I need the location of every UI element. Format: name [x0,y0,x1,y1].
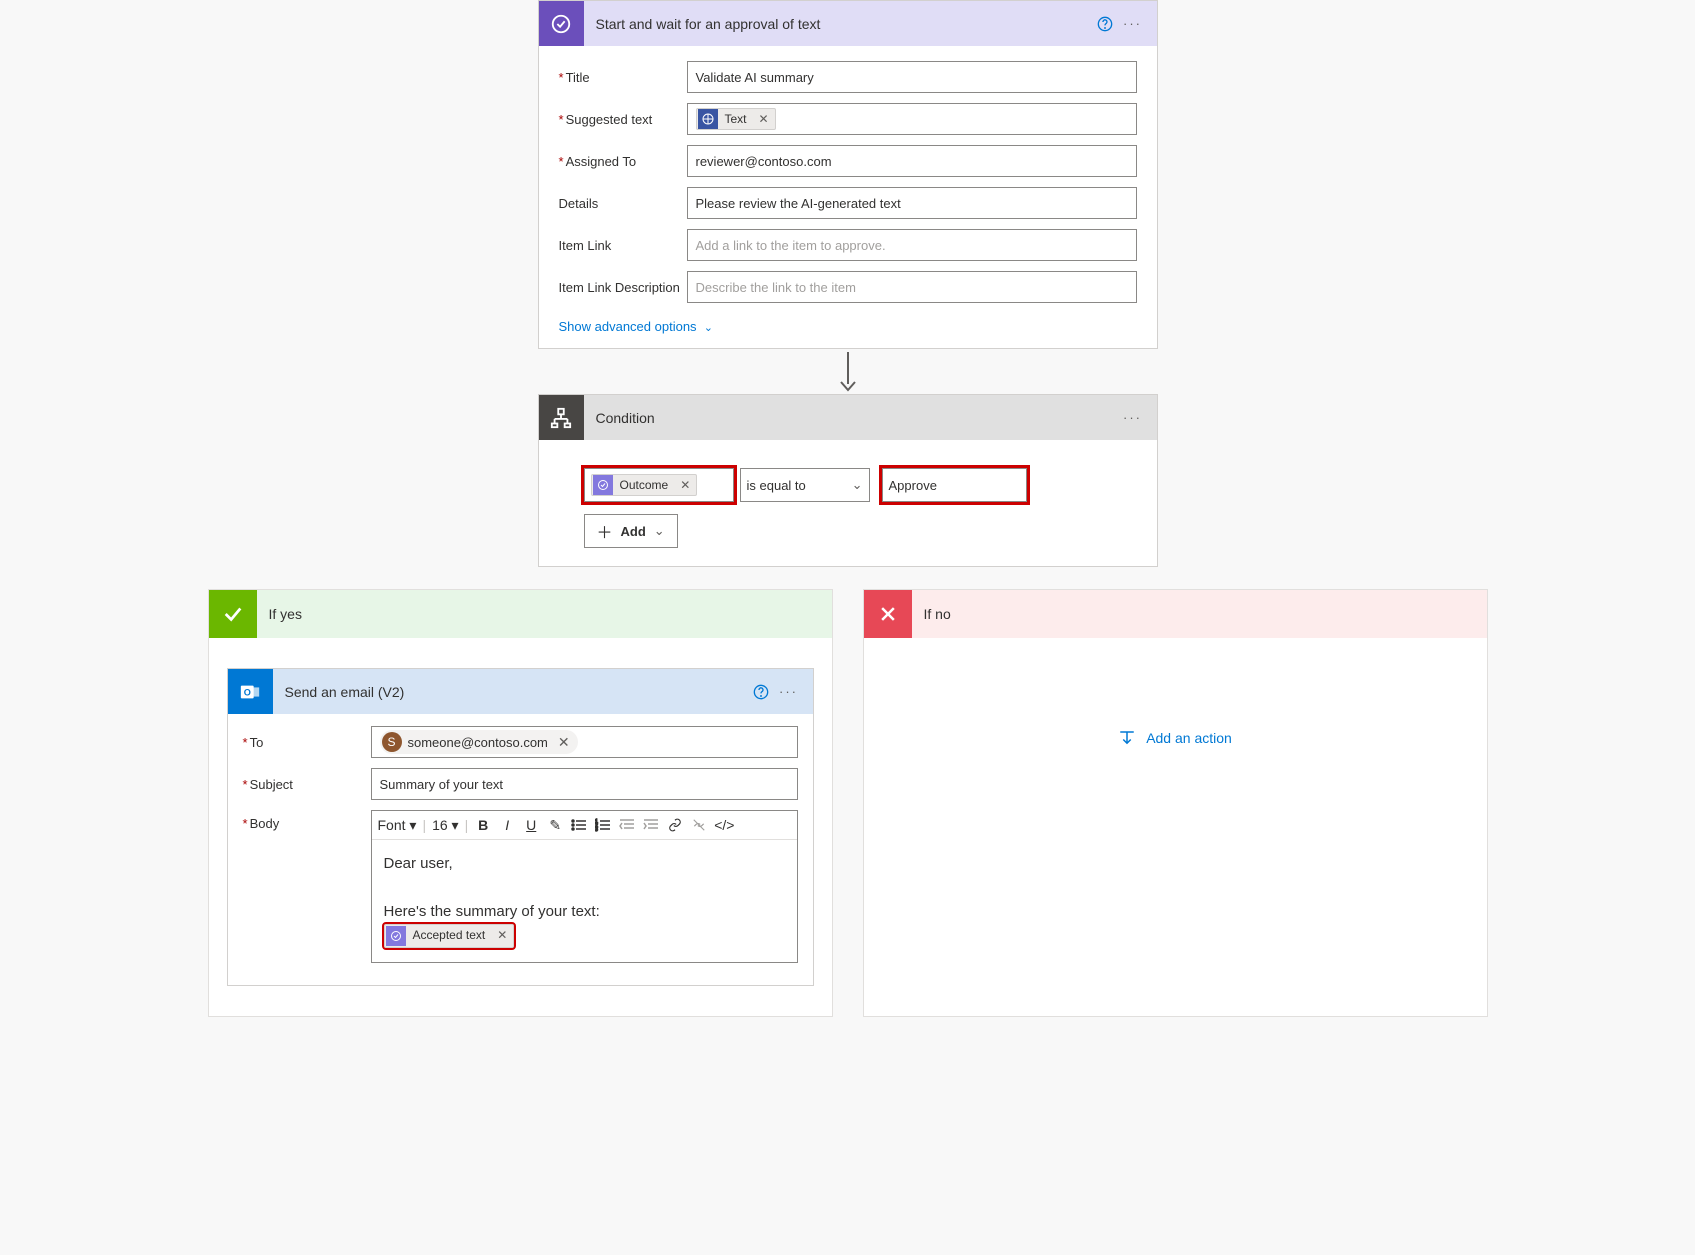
label-body: Body [243,810,371,831]
label-item-link: Item Link [559,238,687,253]
bulleted-list-icon[interactable] [570,815,588,835]
more-icon[interactable]: ··· [1119,404,1147,432]
font-select[interactable]: Font ▾ [378,815,417,835]
token-remove-icon[interactable]: ✕ [674,478,696,492]
outlook-icon: O [228,669,273,714]
send-email-card: O Send an email (V2) ··· To [227,668,814,986]
token-remove-icon[interactable]: ✕ [753,112,775,126]
more-icon[interactable]: ··· [775,678,803,706]
code-view-icon[interactable]: </> [714,815,734,835]
label-to: To [243,735,371,750]
approval-header[interactable]: Start and wait for an approval of text ·… [539,1,1157,46]
show-advanced-toggle[interactable]: Show advanced options ⌄ [559,319,714,334]
help-icon[interactable] [747,678,775,706]
condition-title: Condition [584,410,1119,426]
add-condition-button[interactable]: ＋ Add ⌄ [584,514,678,548]
unlink-icon[interactable] [690,815,708,835]
numbered-list-icon[interactable]: 123 [594,815,612,835]
svg-text:3: 3 [595,827,598,832]
label-suggested-text: Suggested text [559,112,687,127]
chevron-down-icon: ⌄ [654,523,665,539]
condition-left[interactable]: Outcome ✕ [584,468,734,502]
token-outcome[interactable]: Outcome ✕ [591,474,698,496]
if-yes-branch: If yes O Send an email (V2) ··· [208,589,833,1017]
close-icon [864,590,912,638]
approval-icon [539,1,584,46]
approval-card: Start and wait for an approval of text ·… [538,0,1158,349]
input-to[interactable]: S someone@contoso.com ✕ [371,726,798,758]
underline-icon[interactable]: U [522,815,540,835]
recipient-pill[interactable]: S someone@contoso.com ✕ [380,730,578,754]
approval-title: Start and wait for an approval of text [584,16,1091,32]
more-icon[interactable]: ··· [1119,10,1147,38]
help-icon[interactable] [1091,10,1119,38]
indent-icon[interactable] [642,815,660,835]
label-item-link-desc: Item Link Description [559,280,687,295]
outdent-icon[interactable] [618,815,636,835]
input-details[interactable]: Please review the AI-generated text [687,187,1137,219]
add-action-button[interactable]: Add an action [1118,729,1232,747]
rich-text-toolbar: Font ▾ | 16 ▾ | B I U ✎ [372,811,797,839]
approval-token-icon [386,926,406,946]
input-subject[interactable]: Summary of your text [371,768,798,800]
condition-icon [539,395,584,440]
label-subject: Subject [243,777,371,792]
input-item-link[interactable]: Add a link to the item to approve. [687,229,1137,261]
if-no-branch: If no Add an action [863,589,1488,1017]
remove-recipient-icon[interactable]: ✕ [554,734,574,751]
chevron-down-icon: ⌄ [852,477,863,493]
input-item-link-desc[interactable]: Describe the link to the item [687,271,1137,303]
plus-icon: ＋ [597,519,613,543]
condition-right[interactable]: Approve [882,468,1027,502]
svg-text:O: O [244,687,251,697]
input-assigned-to[interactable]: reviewer@contoso.com [687,145,1137,177]
condition-card: Condition ··· Outcome ✕ [538,394,1158,567]
highlight-icon[interactable]: ✎ [546,815,564,835]
connector-arrow-icon [837,349,859,394]
label-title: Title [559,70,687,85]
condition-header[interactable]: Condition ··· [539,395,1157,440]
size-select[interactable]: 16 ▾ [432,815,459,835]
check-icon [209,590,257,638]
insert-step-icon [1118,729,1136,747]
if-no-header[interactable]: If no [864,590,1487,638]
token-remove-icon[interactable]: ✕ [491,926,513,945]
if-yes-header[interactable]: If yes [209,590,832,638]
italic-icon[interactable]: I [498,815,516,835]
ai-builder-icon [698,109,718,129]
avatar: S [382,732,402,752]
input-title[interactable]: Validate AI summary [687,61,1137,93]
token-accepted-text[interactable]: Accepted text ✕ [384,924,515,948]
link-icon[interactable] [666,815,684,835]
bold-icon[interactable]: B [474,815,492,835]
body-editor[interactable]: Dear user, Here's the summary of your te… [372,839,797,962]
label-assigned-to: Assigned To [559,154,687,169]
condition-operator[interactable]: is equal to ⌄ [740,468,870,502]
approval-token-icon [593,475,613,495]
chevron-down-icon: ⌄ [704,322,713,334]
input-suggested-text[interactable]: Text ✕ [687,103,1137,135]
label-details: Details [559,196,687,211]
token-text[interactable]: Text ✕ [696,108,776,130]
send-email-header[interactable]: O Send an email (V2) ··· [228,669,813,714]
